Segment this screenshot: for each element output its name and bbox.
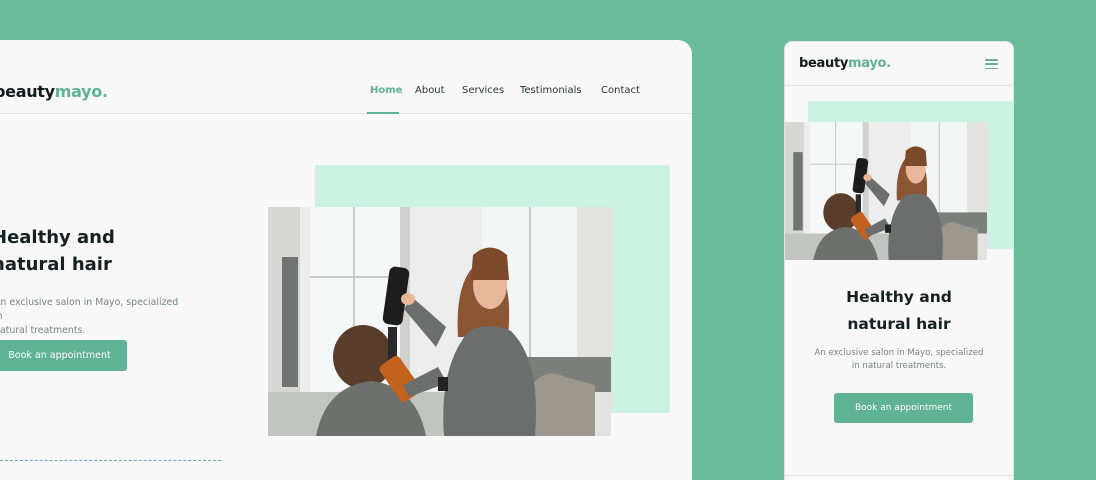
hamburger-menu-icon[interactable] — [985, 59, 998, 69]
logo-accent-part: mayo. — [54, 82, 108, 101]
mobile-section-divider — [785, 475, 1013, 476]
desktop-logo[interactable]: beautymayo. — [0, 82, 108, 102]
desktop-hero-subtitle: An exclusive salon in Mayo, specialized … — [0, 297, 179, 336]
mobile-hero-subtitle: An exclusive salon in Mayo, specialized … — [814, 348, 984, 371]
nav-active-indicator — [367, 112, 399, 114]
mobile-mockup: beautymayo. Healthy and natural hair An … — [784, 41, 1014, 480]
logo-dark-part: beauty — [799, 56, 849, 71]
desktop-hero-title: Healthy and natural hair — [0, 227, 115, 275]
nav-home[interactable]: Home — [370, 85, 402, 97]
mobile-logo[interactable]: beautymayo. — [799, 56, 891, 72]
desktop-header: beautymayo. Home About Services Testimon… — [0, 40, 692, 114]
desktop-mockup: beautymayo. Home About Services Testimon… — [0, 40, 692, 480]
mobile-hero-photo — [785, 122, 987, 260]
mobile-header: beautymayo. — [785, 42, 1013, 86]
desktop-hero-photo — [268, 207, 611, 436]
dashed-divider — [0, 460, 221, 461]
nav-contact[interactable]: Contact — [601, 85, 640, 97]
nav-about[interactable]: About — [415, 85, 445, 97]
nav-services[interactable]: Services — [462, 85, 504, 97]
mobile-book-appointment-button[interactable]: Book an appointment — [834, 393, 973, 423]
mobile-hero-title: Healthy and natural hair — [846, 288, 952, 333]
logo-accent-part: mayo. — [848, 56, 891, 71]
nav-testimonials[interactable]: Testimonials — [520, 85, 582, 97]
logo-dark-part: beauty — [0, 82, 55, 101]
desktop-book-appointment-button[interactable]: Book an appointment — [0, 340, 127, 371]
